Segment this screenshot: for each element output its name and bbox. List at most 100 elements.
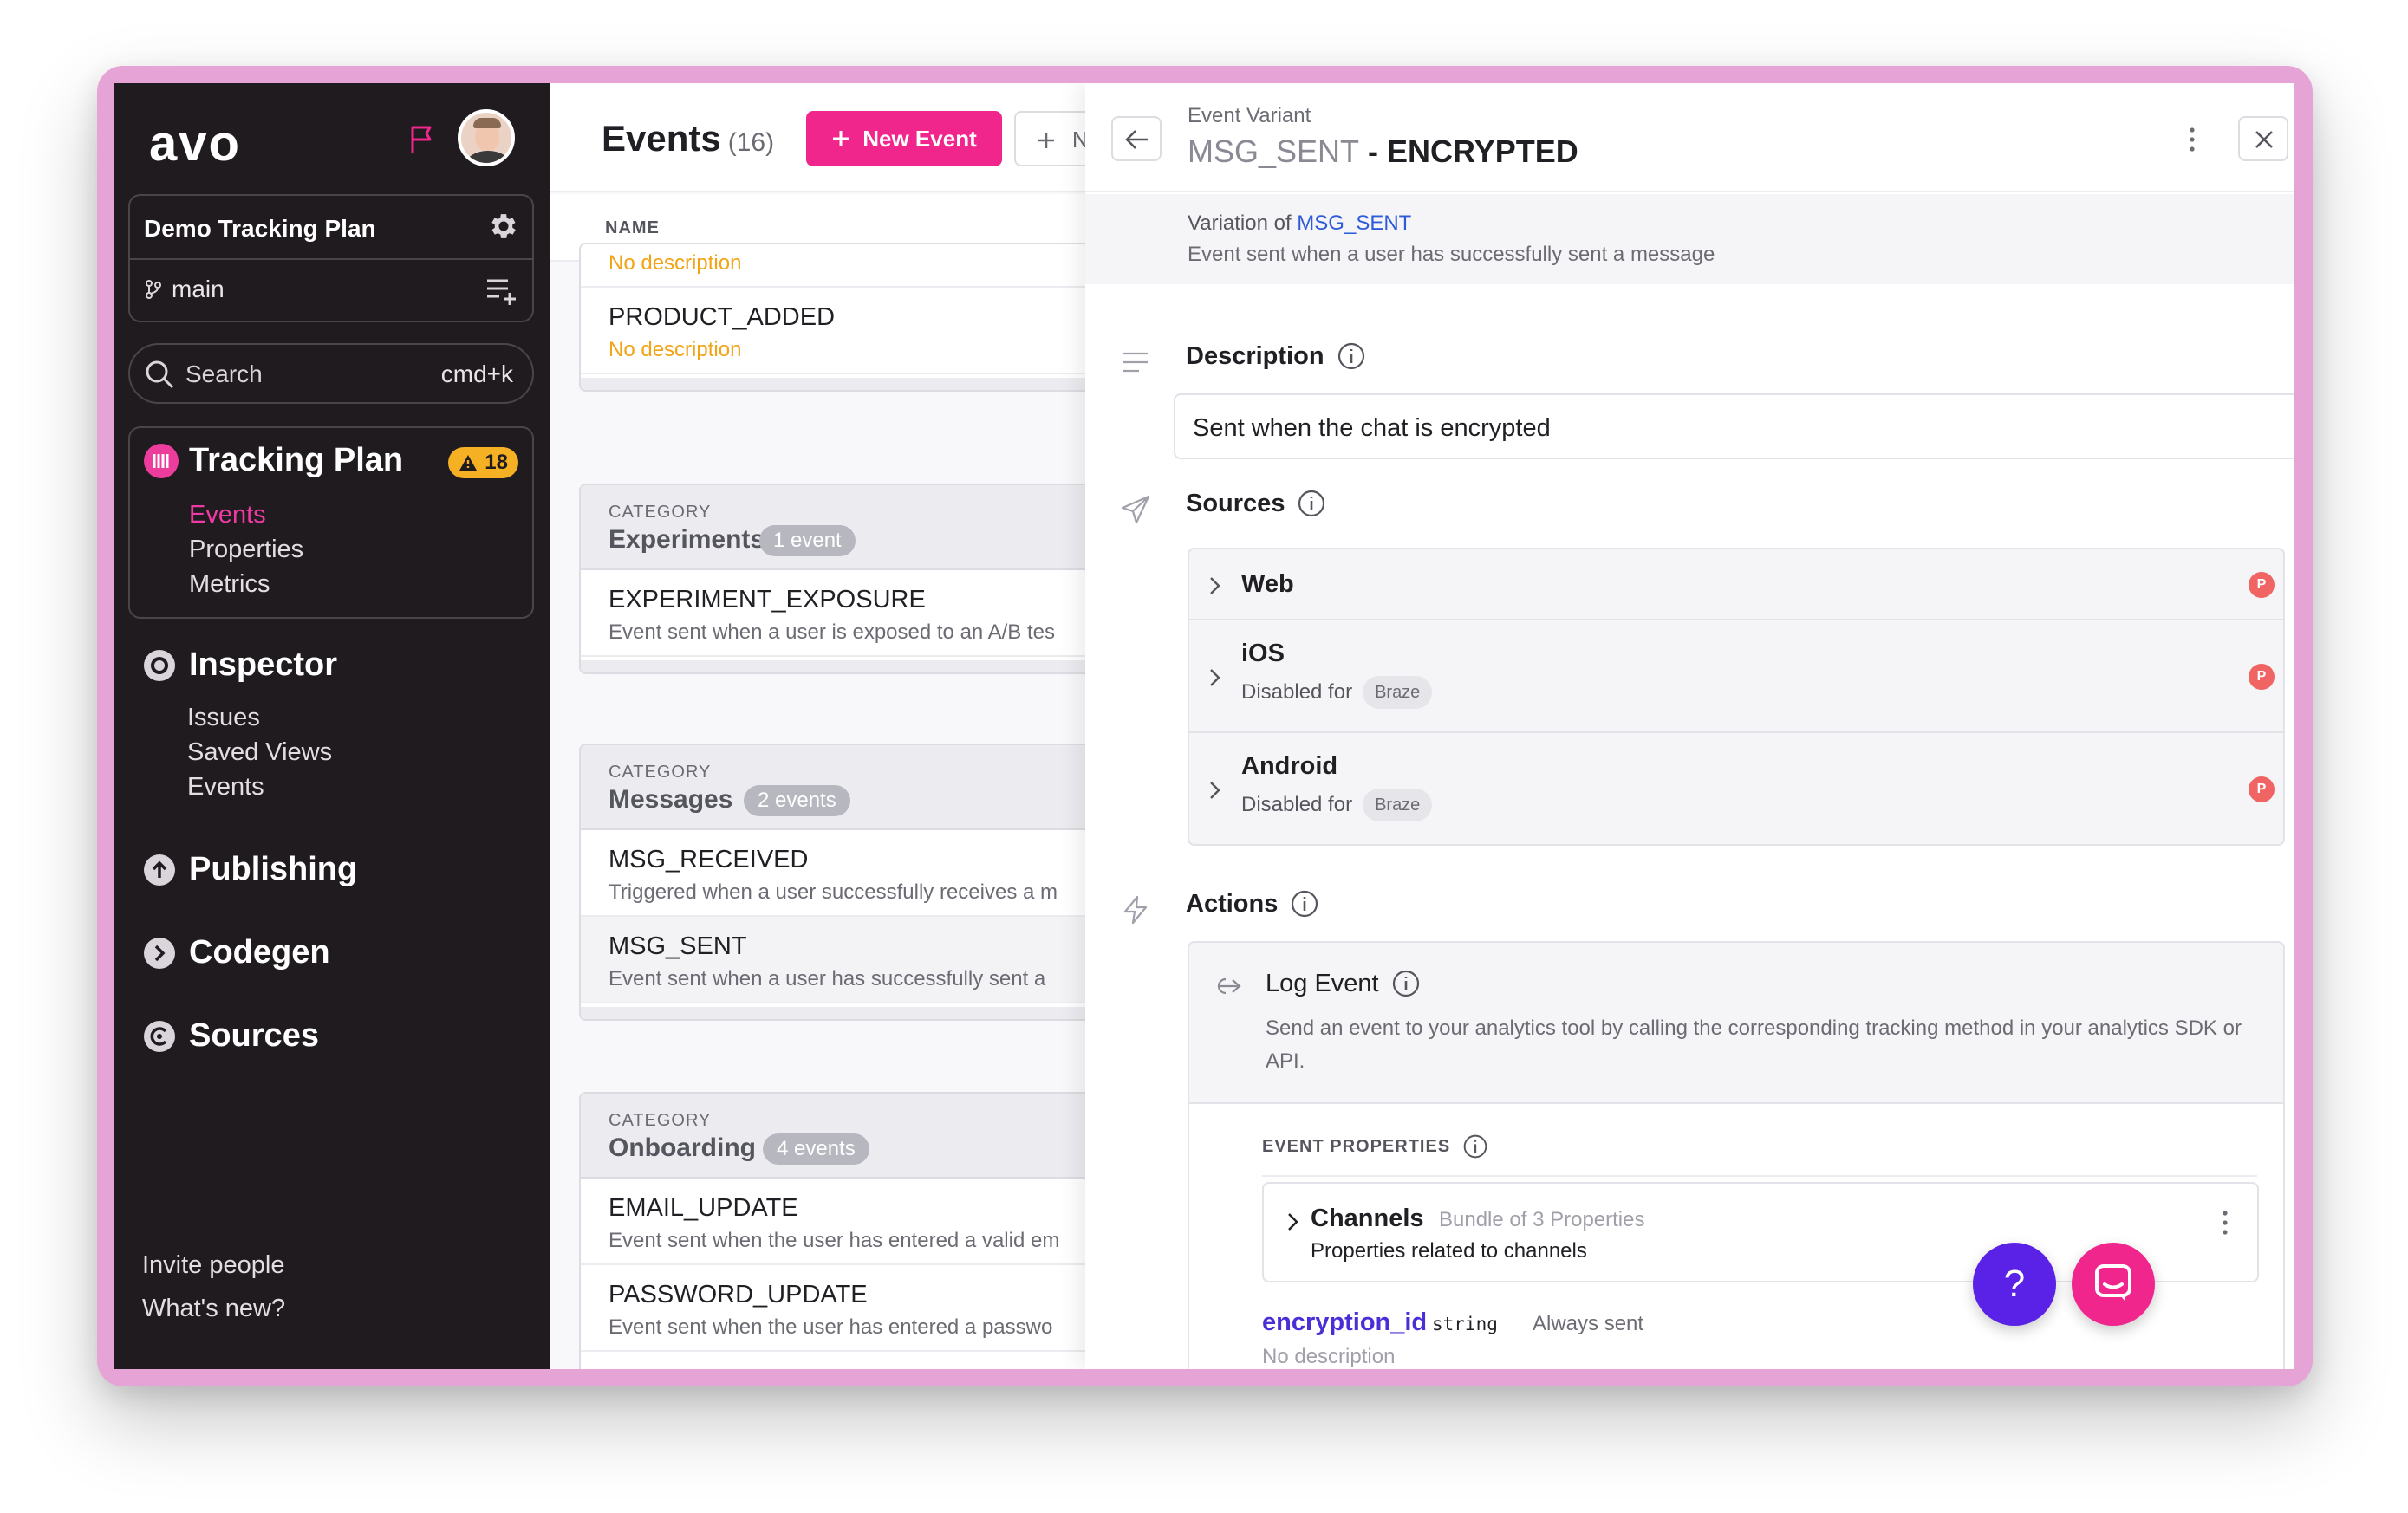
destination-chip: Braze (1363, 676, 1433, 709)
sidebar-item-saved-views[interactable]: Saved Views (187, 738, 332, 767)
description-field[interactable]: Sent when the chat is encrypted (1174, 393, 2294, 459)
warning-badge[interactable]: 18 (448, 447, 518, 478)
sidebar-item-events[interactable]: Events (189, 501, 266, 529)
property-name-link[interactable]: encryption_id (1262, 1308, 1427, 1337)
category-header[interactable]: CATEGORY Experiments 1 event (581, 485, 1130, 570)
flag-icon[interactable] (409, 125, 435, 154)
page-title: Events (16) (602, 118, 774, 159)
new-event-button[interactable]: New Event (806, 111, 1002, 166)
warning-icon (459, 455, 478, 471)
category-card-onboarding: CATEGORY Onboarding 4 events EMAIL_UPDAT… (579, 1092, 1130, 1369)
workspace-switcher: Demo Tracking Plan main (128, 194, 534, 322)
invite-people-link[interactable]: Invite people (142, 1251, 284, 1280)
table-row[interactable]: MSG_RECEIVED Triggered when a user succe… (581, 830, 1130, 917)
property-presence[interactable]: Always sent (1533, 1312, 1643, 1336)
sidebar-item-properties[interactable]: Properties (189, 536, 303, 564)
app-window: avo Demo Tracking Plan main Search cmd+k… (114, 83, 2294, 1369)
actions-heading: Actions (1186, 889, 1319, 919)
variation-of-link[interactable]: MSG_SENT (1297, 211, 1411, 235)
bundle-description: Properties related to channels (1311, 1239, 1587, 1263)
source-disabled-info: Disabled for Braze (1241, 789, 1433, 821)
event-description: Event sent when a user has successfully … (609, 967, 1046, 990)
property-description: No description (1262, 1345, 1396, 1368)
source-badge: P (2249, 664, 2275, 690)
category-card-experiments: CATEGORY Experiments 1 event EXPERIMENT_… (579, 484, 1130, 674)
tracking-plan-title[interactable]: Tracking Plan (189, 442, 403, 479)
events-header: Events (16) New Event N (550, 83, 1130, 192)
sidebar-codegen[interactable]: Codegen (142, 934, 330, 971)
events-count: (16) (727, 128, 775, 157)
help-button[interactable]: ? (1973, 1243, 2056, 1326)
codegen-icon (144, 937, 175, 969)
search-shortcut: cmd+k (440, 360, 513, 387)
search-input[interactable]: Search cmd+k (128, 343, 534, 404)
table-row[interactable]: PASSWORD_UPDATE Event sent when the user… (581, 1265, 1130, 1352)
info-icon[interactable] (1297, 489, 1326, 518)
table-row[interactable]: PRODUCT_ADDED No description (581, 288, 1130, 374)
info-icon[interactable] (1337, 341, 1366, 371)
category-name: Experiments (609, 525, 765, 554)
codegen-title: Codegen (189, 934, 330, 971)
column-name[interactable]: NAME (605, 218, 660, 238)
sources-title: Sources (189, 1017, 319, 1054)
workspace-name[interactable]: Demo Tracking Plan (144, 215, 376, 243)
event-properties-label: EVENT PROPERTIES (1262, 1136, 1451, 1156)
tracking-plan-section: Tracking Plan 18 Events Properties Metri… (128, 426, 534, 619)
sidebar-item-metrics[interactable]: Metrics (189, 570, 270, 599)
info-icon[interactable] (1462, 1133, 1488, 1159)
panel-title: MSG_SENT - ENCRYPTED (1188, 133, 1578, 170)
plus-icon (1038, 132, 1054, 148)
event-name: PRODUCT_ADDED (609, 303, 836, 331)
back-button[interactable] (1111, 116, 1162, 161)
event-variant-panel: Event Variant MSG_SENT - ENCRYPTED Varia… (1085, 83, 2294, 1369)
branch-icon (146, 280, 161, 299)
source-name: iOS (1241, 640, 1285, 667)
chat-button[interactable] (2072, 1243, 2155, 1326)
source-name: Android (1241, 752, 1338, 780)
sidebar-sources[interactable]: Sources (142, 1017, 319, 1055)
source-row-web[interactable]: Web P (1189, 549, 2283, 620)
close-button[interactable] (2238, 116, 2288, 161)
branch-name: main (172, 276, 225, 302)
category-count-badge: 4 events (763, 1133, 869, 1165)
sidebar-inspector[interactable]: Inspector (142, 646, 337, 684)
sidebar-item-issues[interactable]: Issues (187, 704, 260, 732)
chat-icon (2095, 1264, 2131, 1302)
category-label: CATEGORY (609, 1111, 712, 1130)
list-add-icon[interactable] (485, 276, 520, 305)
table-row[interactable]: EXPERIMENT_EXPOSURE Event sent when a us… (581, 570, 1130, 657)
branch-switcher[interactable]: main (144, 276, 225, 303)
avatar[interactable] (458, 109, 515, 166)
kebab-icon[interactable] (2221, 1208, 2229, 1237)
table-row[interactable]: No description (581, 244, 1130, 288)
event-name: MSG_SENT (609, 932, 747, 960)
sidebar-publishing[interactable]: Publishing (142, 851, 357, 888)
sidebar-item-inspector-events[interactable]: Events (187, 773, 264, 802)
kebab-icon[interactable] (2188, 125, 2196, 154)
search-icon (146, 360, 174, 389)
category-header[interactable]: CATEGORY Onboarding 4 events (581, 1094, 1130, 1179)
actions-heading-label: Actions (1186, 889, 1279, 918)
whats-new-link[interactable]: What's new? (142, 1295, 285, 1323)
category-label: CATEGORY (609, 503, 712, 522)
inspector-title: Inspector (189, 646, 338, 683)
table-row[interactable]: EMAIL_UPDATE Event sent when the user ha… (581, 1179, 1130, 1265)
avo-logo: avo (149, 115, 241, 172)
gear-icon[interactable] (487, 210, 520, 243)
plus-icon (833, 131, 849, 146)
inspector-icon (144, 649, 175, 681)
table-row-selected[interactable]: MSG_SENT Event sent when a user has succ… (581, 917, 1130, 1003)
description-value: Sent when the chat is encrypted (1193, 414, 1551, 442)
log-event-label: Log Event (1266, 969, 1379, 997)
publishing-icon (144, 854, 175, 886)
event-name: EMAIL_UPDATE (609, 1194, 798, 1222)
category-header[interactable]: CATEGORY Messages 2 events (581, 745, 1130, 830)
event-properties-heading: EVENT PROPERTIES (1262, 1133, 1488, 1159)
info-icon[interactable] (1391, 969, 1421, 998)
sources-icon (144, 1020, 175, 1052)
source-row-ios[interactable]: iOS Disabled for Braze P (1189, 620, 2283, 733)
info-icon[interactable] (1290, 889, 1319, 919)
source-row-android[interactable]: Android Disabled for Braze P (1189, 733, 2283, 844)
divider (1262, 1175, 2257, 1177)
events-list-pane: Events (16) New Event N NAME No descripti… (550, 83, 1130, 1369)
